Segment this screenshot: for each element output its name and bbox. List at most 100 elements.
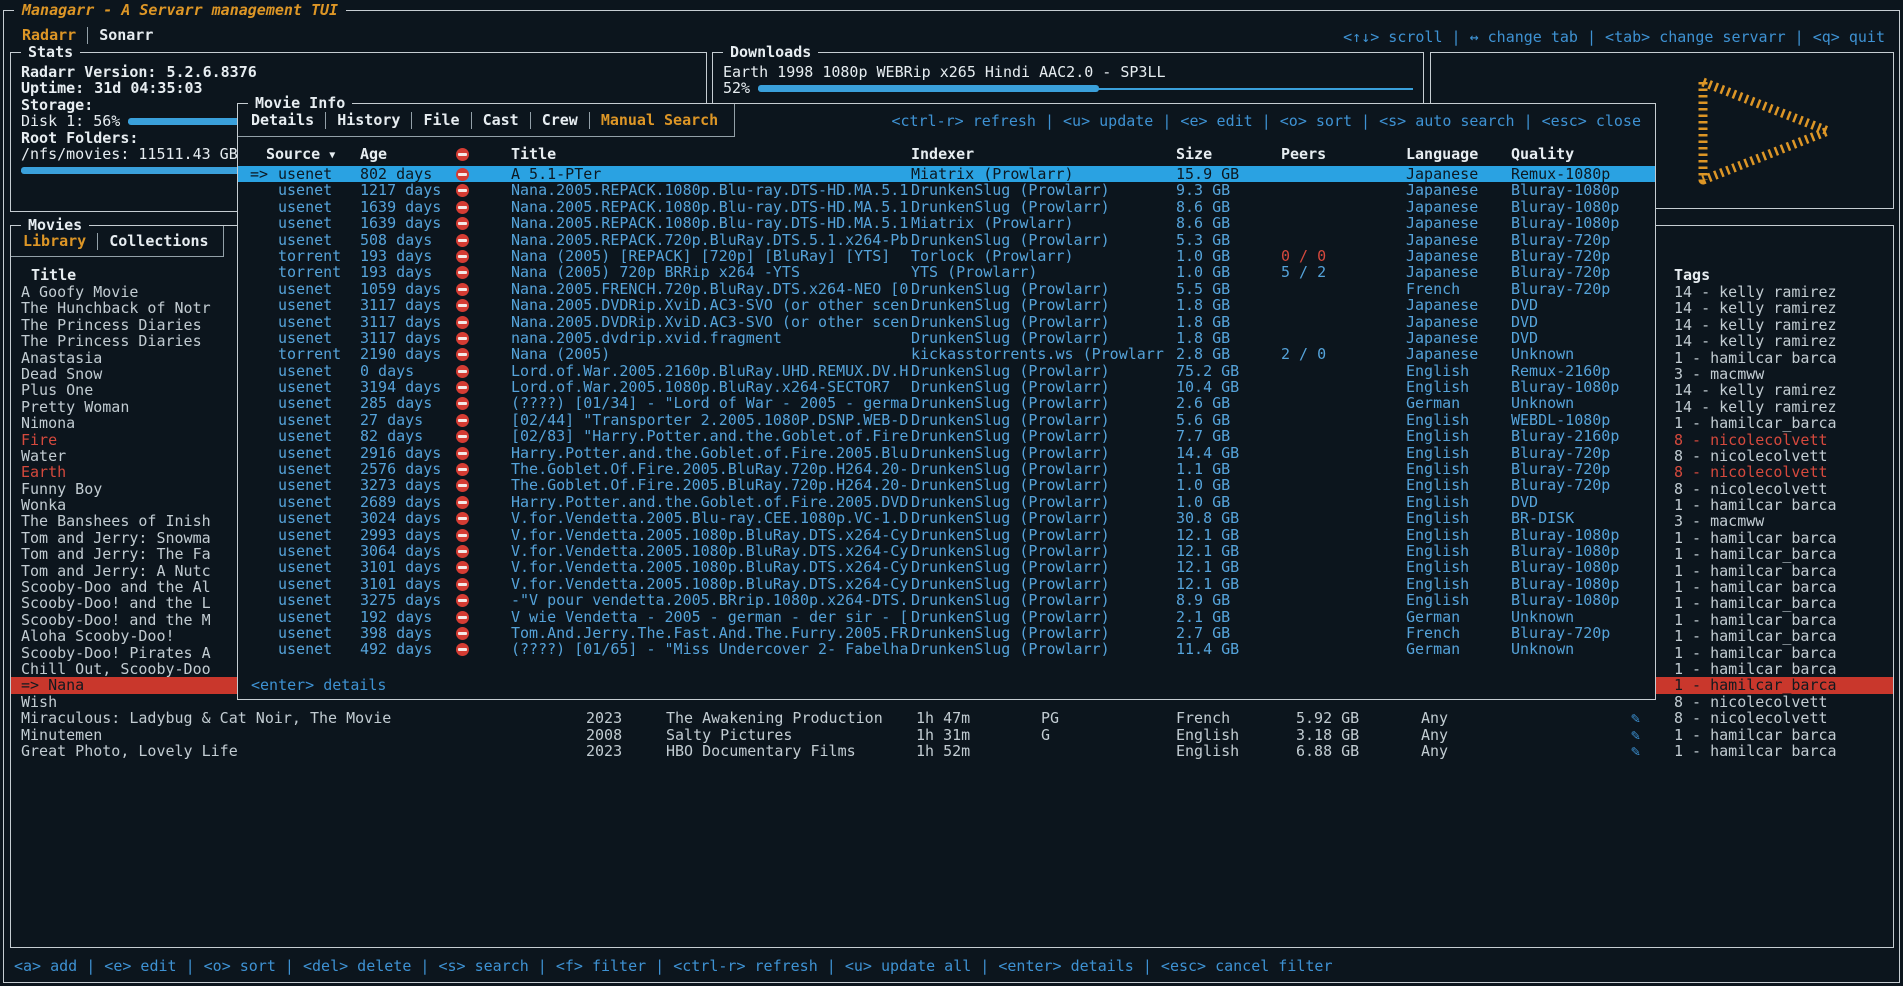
tab-separator [97, 233, 98, 250]
source-column-header[interactable]: Source ▼ [250, 146, 360, 162]
release-title: V.for.Vendetta.2005.1080p.BluRay.DTS.x26… [511, 576, 911, 592]
search-result-row[interactable]: usenet3117 daysNana.2005.DVDRip.XviD.AC3… [238, 297, 1655, 313]
release-size: 10.4 GB [1176, 379, 1281, 395]
quality-column-header[interactable]: Quality [1511, 146, 1643, 162]
release-title: V.for.Vendetta.2005.1080p.BluRay.DTS.x26… [511, 527, 911, 543]
size-column-header[interactable]: Size [1176, 146, 1281, 162]
release-title: Lord.of.War.2005.2160p.BluRay.UHD.REMUX.… [511, 363, 911, 379]
movies-tab-collections[interactable]: Collections [109, 233, 208, 249]
rejection-column-header[interactable] [456, 146, 511, 162]
release-quality: Unknown [1511, 609, 1643, 625]
search-result-row[interactable]: usenet2689 daysHarry.Potter.and.the.Gobl… [238, 494, 1655, 510]
movie-info-tab-cast[interactable]: Cast [483, 112, 519, 128]
search-result-row[interactable]: torrent193 daysNana (2005) 720p BRRip x2… [238, 264, 1655, 280]
movies-title-column-header[interactable]: Title [31, 267, 76, 283]
peers-column-header[interactable]: Peers [1281, 146, 1406, 162]
release-source: usenet [250, 412, 360, 428]
release-language: English [1406, 576, 1511, 592]
movie-info-tab-crew[interactable]: Crew [542, 112, 578, 128]
release-age: 1059 days [360, 281, 456, 297]
movies-tags-column-header[interactable]: Tags [1674, 267, 1710, 283]
search-result-row[interactable]: usenet508 daysNana.2005.REPACK.720p.BluR… [238, 232, 1655, 248]
movie-tag: 14 - kelly ramirez [1674, 399, 1893, 415]
search-result-row[interactable]: usenet2993 daysV.for.Vendetta.2005.1080p… [238, 527, 1655, 543]
release-size: 1.1 GB [1176, 461, 1281, 477]
release-language: German [1406, 395, 1511, 411]
movie-info-tab-manual-search[interactable]: Manual Search [601, 112, 718, 128]
release-quality: Unknown [1511, 346, 1643, 362]
release-indexer: DrunkenSlug (Prowlarr) [911, 428, 1176, 444]
release-age: 2689 days [360, 494, 456, 510]
rejection-cell [456, 527, 511, 543]
search-result-row[interactable]: usenet3101 daysV.for.Vendetta.2005.1080p… [238, 559, 1655, 575]
search-result-row[interactable]: usenet3024 daysV.for.Vendetta.2005.Blu-r… [238, 510, 1655, 526]
search-result-row[interactable]: usenet2916 daysHarry.Potter.and.the.Gobl… [238, 445, 1655, 461]
rejected-icon [456, 184, 469, 197]
search-result-row[interactable]: usenet3275 days-"V pour vendetta.2005.BR… [238, 592, 1655, 608]
release-size: 5.6 GB [1176, 412, 1281, 428]
indexer-column-header[interactable]: Indexer [911, 146, 1176, 162]
search-result-row[interactable]: usenet3273 daysThe.Goblet.Of.Fire.2005.B… [238, 477, 1655, 493]
search-result-row[interactable]: usenet3064 daysV.for.Vendetta.2005.1080p… [238, 543, 1655, 559]
search-result-row[interactable]: usenet1217 daysNana.2005.REPACK.1080p.Bl… [238, 182, 1655, 198]
release-source: usenet [250, 232, 360, 248]
search-result-row[interactable]: usenet0 daysLord.of.War.2005.2160p.BluRa… [238, 363, 1655, 379]
search-result-row[interactable]: usenet2576 daysThe.Goblet.Of.Fire.2005.B… [238, 461, 1655, 477]
search-result-row[interactable]: usenet1639 daysNana.2005.REPACK.1080p.Bl… [238, 199, 1655, 215]
movie-info-tab-file[interactable]: File [423, 112, 459, 128]
release-quality: Remux-2160p [1511, 363, 1643, 379]
search-result-row[interactable]: usenet82 days[02/83] "Harry.Potter.and.t… [238, 428, 1655, 444]
movie-info-tab-history[interactable]: History [337, 112, 400, 128]
servarr-tab-sonarr[interactable]: Sonarr [99, 27, 153, 43]
movie-tag: 14 - kelly ramirez [1674, 382, 1893, 398]
release-title: Nana.2005.FRENCH.720p.BluRay.DTS.x264-NE… [511, 281, 911, 297]
release-indexer: DrunkenSlug (Prowlarr) [911, 445, 1176, 461]
release-peers: 0 / 0 [1281, 248, 1406, 264]
rejection-cell [456, 461, 511, 477]
rejected-icon [456, 627, 469, 640]
search-result-row[interactable]: =>usenet802 daysA 5.1-PTerMiatrix (Prowl… [238, 166, 1655, 182]
search-result-row[interactable]: torrent193 daysNana (2005) [REPACK] [720… [238, 248, 1655, 264]
movie-tag: 14 - kelly ramirez [1674, 317, 1893, 333]
search-result-row[interactable]: usenet27 days[02/44] "Transporter 2.2005… [238, 412, 1655, 428]
movie-info-tab-details[interactable]: Details [251, 112, 314, 128]
age-column-header[interactable]: Age [360, 146, 456, 162]
search-result-row[interactable]: usenet398 daysTom.And.Jerry.The.Fast.And… [238, 625, 1655, 641]
search-result-row[interactable]: usenet1059 daysNana.2005.FRENCH.720p.Blu… [238, 281, 1655, 297]
search-result-row[interactable]: usenet3117 daysNana.2005.DVDRip.XviD.AC3… [238, 314, 1655, 330]
search-result-row[interactable]: usenet285 days(????) [01/34] - "Lord of … [238, 395, 1655, 411]
search-result-row[interactable]: torrent2190 daysNana (2005)kickasstorren… [238, 346, 1655, 362]
movie-tag: 8 - nicolecolvett [1674, 481, 1893, 497]
movie-row[interactable]: Great Photo, Lovely Life2023HBO Document… [11, 743, 1893, 759]
release-title: Nana.2005.REPACK.1080p.Blu-ray.DTS-HD.MA… [511, 182, 911, 198]
release-size: 5.5 GB [1176, 281, 1281, 297]
release-title: Harry.Potter.and.the.Goblet.of.Fire.2005… [511, 494, 911, 510]
release-language: English [1406, 445, 1511, 461]
title-column-header[interactable]: Title [511, 146, 911, 162]
movies-tab-library[interactable]: Library [23, 233, 86, 249]
search-result-row[interactable]: usenet3101 daysV.for.Vendetta.2005.1080p… [238, 576, 1655, 592]
release-indexer: DrunkenSlug (Prowlarr) [911, 559, 1176, 575]
movie-year: 2008 [586, 727, 666, 743]
release-source: torrent [250, 248, 360, 264]
movie-tag: 1 - hamilcar_barca [1674, 530, 1893, 546]
movie-row[interactable]: Minutemen2008Salty Pictures1h 31mGEnglis… [11, 727, 1893, 743]
language-column-header[interactable]: Language [1406, 146, 1511, 162]
servarr-tab-radarr[interactable]: Radarr [22, 27, 76, 43]
search-result-row[interactable]: usenet492 days(????) [01/65] - "Miss Und… [238, 641, 1655, 657]
search-result-row[interactable]: usenet3117 daysnana.2005.dvdrip.xvid.fra… [238, 330, 1655, 346]
release-size: 2.6 GB [1176, 395, 1281, 411]
search-result-row[interactable]: usenet3194 daysLord.of.War.2005.1080p.Bl… [238, 379, 1655, 395]
release-size: 2.8 GB [1176, 346, 1281, 362]
release-size: 12.1 GB [1176, 559, 1281, 575]
release-indexer: kickasstorrents.ws (Prowlarr [911, 346, 1176, 362]
release-peers [1281, 527, 1406, 543]
movie-tag: 1 - hamilcar_barca [1674, 628, 1893, 644]
movie-quality-profile: Any [1421, 743, 1631, 759]
release-indexer: DrunkenSlug (Prowlarr) [911, 395, 1176, 411]
movie-title: Great Photo, Lovely Life [21, 743, 586, 759]
search-result-row[interactable]: usenet192 daysV wie Vendetta - 2005 - ge… [238, 609, 1655, 625]
movie-row[interactable]: Miraculous: Ladybug & Cat Noir, The Movi… [11, 710, 1893, 726]
search-result-row[interactable]: usenet1639 daysNana.2005.REPACK.1080p.Bl… [238, 215, 1655, 231]
release-language: English [1406, 559, 1511, 575]
